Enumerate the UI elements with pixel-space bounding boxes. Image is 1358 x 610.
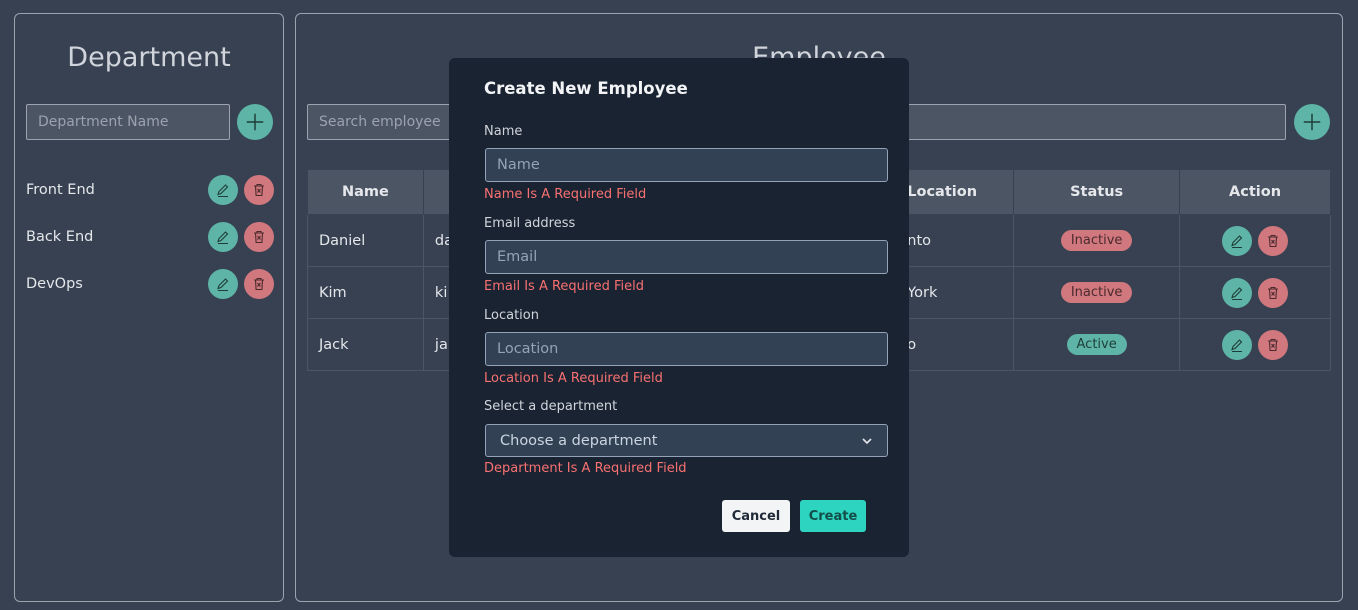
status-badge: Inactive bbox=[1060, 282, 1133, 303]
column-header-status[interactable]: Status bbox=[1013, 169, 1181, 215]
trash-icon bbox=[254, 183, 264, 196]
cell-name: Daniel bbox=[307, 214, 424, 267]
delete-department-button[interactable] bbox=[244, 221, 274, 252]
status-badge: Inactive bbox=[1060, 230, 1133, 251]
name-error: Name Is A Required Field bbox=[484, 187, 647, 202]
column-header-name[interactable]: Name bbox=[307, 169, 424, 215]
trash-icon bbox=[1268, 338, 1279, 351]
department-item-label: DevOps bbox=[26, 275, 83, 292]
cell-location: o bbox=[906, 318, 1015, 371]
cell-actions bbox=[1179, 214, 1331, 267]
pencil-icon bbox=[217, 183, 229, 197]
edit-employee-button[interactable] bbox=[1222, 329, 1253, 360]
edit-department-button[interactable] bbox=[208, 221, 238, 252]
edit-employee-button[interactable] bbox=[1222, 277, 1253, 308]
department-select-label: Select a department bbox=[484, 399, 618, 414]
column-header-action: Action bbox=[1179, 169, 1331, 215]
cell-status: Inactive bbox=[1013, 214, 1181, 267]
cell-actions bbox=[1179, 318, 1331, 371]
location-error: Location Is A Required Field bbox=[484, 371, 663, 386]
add-employee-button[interactable] bbox=[1294, 104, 1330, 140]
cancel-button[interactable]: Cancel bbox=[722, 500, 790, 532]
location-label: Location bbox=[484, 308, 539, 323]
cell-name: Jack bbox=[307, 318, 424, 371]
department-select-value: Choose a department bbox=[500, 432, 658, 449]
cell-actions bbox=[1179, 266, 1331, 319]
department-item-label: Front End bbox=[26, 181, 95, 198]
email-label: Email address bbox=[484, 216, 576, 231]
status-badge: Active bbox=[1066, 334, 1127, 355]
trash-icon bbox=[254, 277, 264, 290]
delete-department-button[interactable] bbox=[244, 174, 274, 205]
department-item-label: Back End bbox=[26, 228, 94, 245]
plus-icon bbox=[1303, 113, 1321, 131]
department-select[interactable]: Choose a department bbox=[485, 424, 888, 457]
department-title: Department bbox=[67, 42, 231, 73]
trash-icon bbox=[254, 230, 264, 243]
email-input[interactable] bbox=[485, 240, 888, 274]
department-item: Back End bbox=[26, 213, 274, 260]
chevron-down-icon bbox=[862, 437, 872, 444]
add-department-button[interactable] bbox=[237, 104, 273, 140]
pencil-icon bbox=[1231, 234, 1243, 248]
trash-icon bbox=[1268, 234, 1279, 247]
department-item: DevOps bbox=[26, 260, 274, 307]
create-button[interactable]: Create bbox=[800, 500, 866, 532]
name-label: Name bbox=[484, 124, 523, 139]
cell-status: Inactive bbox=[1013, 266, 1181, 319]
cell-location: York bbox=[906, 266, 1015, 319]
department-error: Department Is A Required Field bbox=[484, 461, 687, 476]
pencil-icon bbox=[1231, 286, 1243, 300]
department-item: Front End bbox=[26, 166, 274, 213]
pencil-icon bbox=[217, 230, 229, 244]
pencil-icon bbox=[1231, 338, 1243, 352]
name-input[interactable] bbox=[485, 148, 888, 182]
plus-icon bbox=[246, 113, 264, 131]
create-employee-modal: Create New Employee Name Name Is A Requi… bbox=[449, 58, 909, 557]
email-error: Email Is A Required Field bbox=[484, 279, 644, 294]
cell-name: Kim bbox=[307, 266, 424, 319]
edit-department-button[interactable] bbox=[208, 174, 238, 205]
modal-title: Create New Employee bbox=[484, 79, 688, 98]
location-input[interactable] bbox=[485, 332, 888, 366]
pencil-icon bbox=[217, 277, 229, 291]
department-panel: Department Front End Back End DevOps bbox=[14, 13, 284, 602]
column-header-location[interactable]: Location bbox=[906, 169, 1015, 215]
cell-location: nto bbox=[906, 214, 1015, 267]
trash-icon bbox=[1268, 286, 1279, 299]
edit-employee-button[interactable] bbox=[1222, 225, 1253, 256]
cell-status: Active bbox=[1013, 318, 1181, 371]
department-list: Front End Back End DevOps bbox=[26, 166, 274, 307]
delete-employee-button[interactable] bbox=[1258, 277, 1289, 308]
edit-department-button[interactable] bbox=[208, 268, 238, 299]
delete-employee-button[interactable] bbox=[1258, 329, 1289, 360]
delete-employee-button[interactable] bbox=[1258, 225, 1289, 256]
department-name-input[interactable] bbox=[26, 104, 230, 140]
delete-department-button[interactable] bbox=[244, 268, 274, 299]
